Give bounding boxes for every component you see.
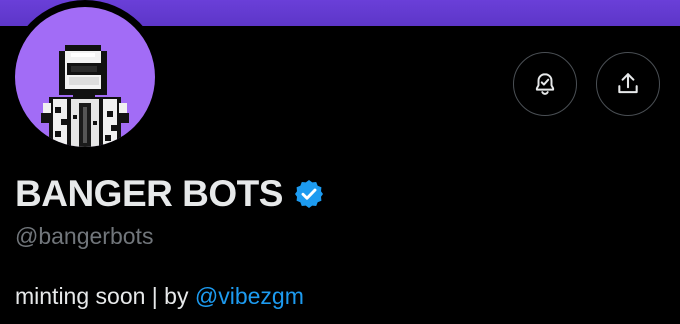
bio-text: minting soon | by [15,283,189,309]
display-name-row: BANGER BOTS [15,172,325,216]
handle: @bangerbots [15,223,154,249]
bio: minting soon | by @vibezgm [15,282,304,310]
notifications-button[interactable] [513,52,577,116]
display-name: BANGER BOTS [15,173,283,214]
bell-check-icon [535,73,555,95]
share-button[interactable] [596,52,660,116]
bio-mention-link[interactable]: @vibezgm [195,283,304,309]
avatar[interactable] [15,7,155,147]
share-icon [618,73,638,94]
verified-badge-icon[interactable] [293,178,325,210]
robot-avatar-image [41,45,129,147]
